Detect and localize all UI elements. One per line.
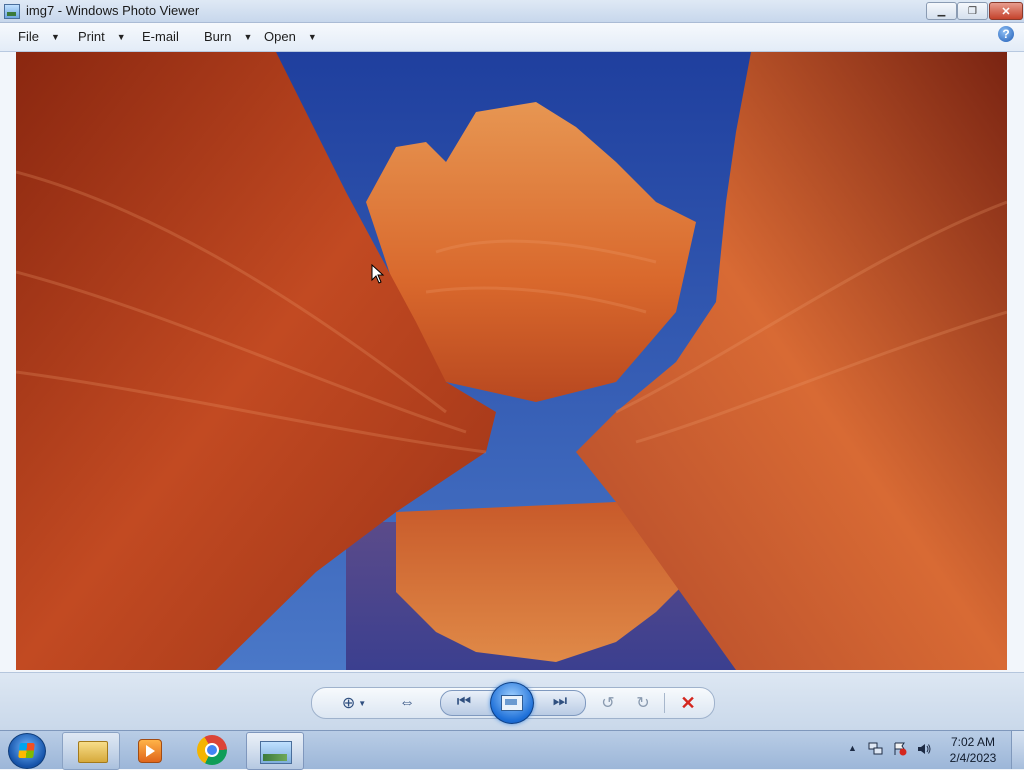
chevron-down-icon: ▼ — [358, 698, 367, 708]
delete-icon: ✕ — [680, 692, 696, 713]
chrome-icon — [197, 735, 227, 765]
system-tray: ▲ 7:02 AM 2/4/2023 — [840, 731, 1024, 769]
zoom-button[interactable]: ⊕ ▼ — [338, 694, 370, 712]
clock-time: 7:02 AM — [950, 735, 996, 749]
next-icon: ⏭ — [552, 693, 568, 710]
clock-date: 2/4/2023 — [949, 751, 997, 765]
restore-button[interactable]: ❐ — [957, 2, 988, 20]
chevron-down-icon: ▼ — [50, 31, 60, 42]
title-bar: img7 - Windows Photo Viewer ▁ ❐ ✕ — [0, 0, 1024, 23]
taskbar-chrome[interactable] — [186, 732, 242, 768]
photo-area — [0, 52, 1024, 672]
displayed-photo[interactable] — [16, 52, 1007, 670]
media-player-icon — [138, 739, 162, 763]
zoom-icon: ⊕ — [341, 695, 356, 712]
mouse-cursor-icon — [371, 264, 385, 284]
show-hidden-icons-icon[interactable]: ▲ — [848, 743, 857, 753]
volume-icon[interactable] — [916, 742, 932, 756]
menu-open-label: Open — [264, 29, 296, 44]
taskbar: ▲ 7:02 AM 2/4/2023 — [0, 730, 1024, 770]
delete-button[interactable]: ✕ — [677, 692, 699, 713]
actual-size-button[interactable]: ⇔ — [396, 694, 418, 712]
rotate-clockwise-icon: ↻ — [636, 695, 650, 712]
chevron-down-icon: ▼ — [243, 31, 253, 42]
previous-button[interactable]: ⏮ — [452, 693, 476, 711]
minimize-icon: ▁ — [937, 5, 946, 17]
action-center-icon[interactable] — [892, 742, 908, 756]
previous-icon: ⏮ — [456, 693, 472, 710]
menu-print[interactable]: Print ▼ — [78, 29, 126, 44]
canyon-photo — [16, 52, 1007, 670]
divider — [664, 693, 665, 713]
next-button[interactable]: ⏭ — [548, 693, 572, 711]
rotate-clockwise-button[interactable]: ↻ — [633, 694, 653, 712]
clock[interactable]: 7:02 AM 2/4/2023 — [940, 734, 1006, 766]
menu-burn[interactable]: Burn ▼ — [204, 29, 252, 44]
menu-burn-label: Burn — [204, 29, 232, 44]
window-title: img7 - Windows Photo Viewer — [26, 3, 200, 18]
rotate-counterclockwise-icon: ↺ — [601, 695, 615, 712]
help-icon[interactable]: ? — [998, 26, 1014, 42]
menu-email-label: E-mail — [142, 29, 179, 44]
chevron-down-icon: ▼ — [116, 31, 126, 42]
viewer-controls-bar: ⊕ ▼ ⇔ ⏮ ⏭ ↺ ↻ ✕ — [0, 672, 1024, 731]
start-button[interactable] — [8, 733, 46, 769]
photo-viewer-app-icon[interactable] — [4, 4, 20, 19]
folder-icon — [78, 741, 108, 763]
minimize-button[interactable]: ▁ — [926, 2, 957, 20]
menu-bar: File ▼ Print ▼ E-mail Burn ▼ Open ▼ ? — [0, 23, 1024, 52]
slideshow-icon — [501, 695, 523, 711]
taskbar-explorer[interactable] — [62, 732, 120, 770]
rotate-counterclockwise-button[interactable]: ↺ — [598, 694, 618, 712]
close-button[interactable]: ✕ — [989, 2, 1023, 20]
network-icon[interactable] — [868, 742, 884, 756]
photo-viewer-icon — [260, 741, 292, 764]
taskbar-photo-viewer[interactable] — [246, 732, 304, 770]
taskbar-media-player[interactable] — [124, 732, 180, 768]
close-icon: ✕ — [1001, 5, 1011, 18]
menu-file[interactable]: File ▼ — [18, 29, 60, 44]
fit-window-icon: ⇔ — [399, 694, 415, 711]
menu-open[interactable]: Open ▼ — [264, 29, 317, 44]
slideshow-button[interactable] — [490, 682, 534, 724]
menu-file-label: File — [18, 29, 39, 44]
show-desktop-button[interactable] — [1011, 731, 1024, 769]
restore-icon: ❐ — [968, 5, 977, 17]
menu-print-label: Print — [78, 29, 105, 44]
menu-email[interactable]: E-mail — [142, 29, 179, 44]
chevron-down-icon: ▼ — [307, 31, 317, 42]
